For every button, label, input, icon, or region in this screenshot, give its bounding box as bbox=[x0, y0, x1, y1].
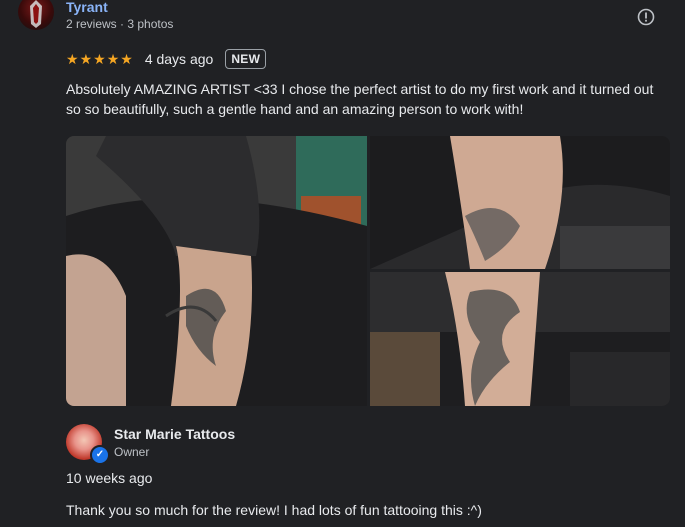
star-icon: ★ bbox=[106, 51, 120, 67]
reply-text: Thank you so much for the review! I had … bbox=[66, 502, 482, 518]
rating-row: ★ ★ ★ ★ ★ 4 days ago NEW bbox=[66, 48, 267, 70]
star-rating: ★ ★ ★ ★ ★ bbox=[66, 52, 133, 66]
reply-date: 10 weeks ago bbox=[66, 470, 153, 486]
report-icon[interactable] bbox=[637, 8, 655, 26]
owner-role: Owner bbox=[114, 445, 150, 459]
new-badge: NEW bbox=[225, 49, 267, 69]
review-photo-1[interactable] bbox=[66, 136, 367, 406]
star-icon: ★ bbox=[79, 51, 93, 67]
star-icon: ★ bbox=[120, 51, 133, 67]
review-date: 4 days ago bbox=[144, 51, 214, 67]
reviewer-name[interactable]: Tyrant bbox=[66, 0, 108, 15]
star-icon: ★ bbox=[66, 51, 79, 67]
star-icon: ★ bbox=[93, 51, 106, 67]
owner-name[interactable]: Star Marie Tattoos bbox=[114, 426, 235, 442]
review-photos bbox=[66, 136, 670, 406]
reviewer-meta: 2 reviews · 3 photos bbox=[66, 17, 174, 31]
verified-icon: ✓ bbox=[90, 445, 110, 465]
review-text: Absolutely AMAZING ARTIST <33 I chose th… bbox=[66, 81, 654, 117]
reviewer-avatar[interactable] bbox=[18, 0, 54, 30]
review-photo-2[interactable] bbox=[370, 136, 670, 269]
review-photo-3[interactable] bbox=[370, 272, 670, 406]
